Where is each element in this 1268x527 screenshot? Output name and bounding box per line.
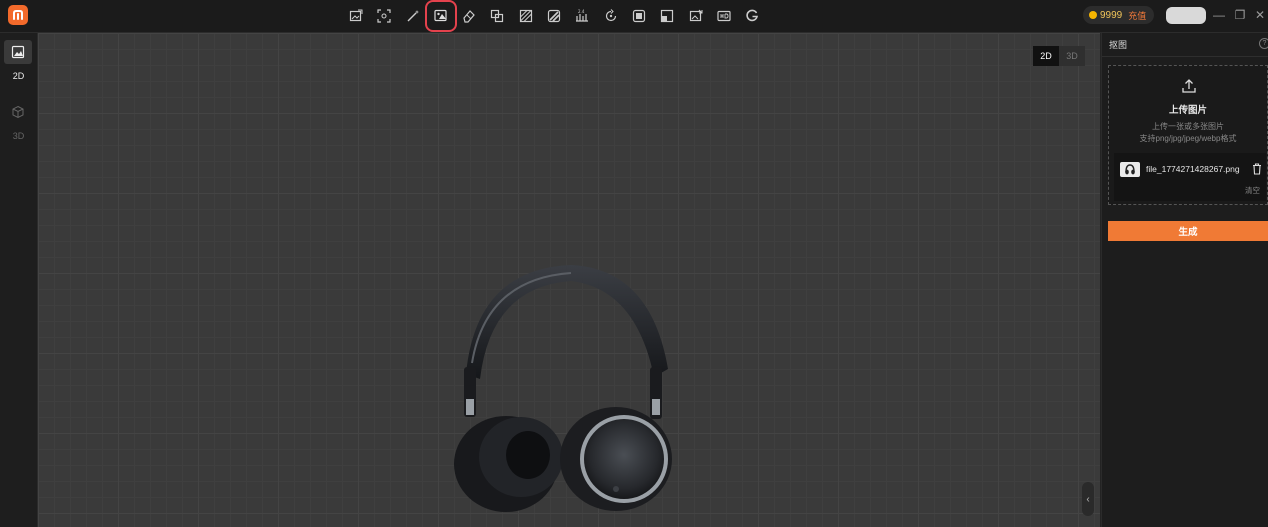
- texture-icon[interactable]: [516, 6, 536, 26]
- svg-text:2.4: 2.4: [578, 9, 585, 14]
- upload-title: 上传图片: [1168, 105, 1207, 116]
- google-icon[interactable]: [742, 6, 762, 26]
- upload-hint-count: 上传一张或多张图片: [1152, 122, 1224, 131]
- image-icon: [11, 45, 25, 59]
- mode-2d-label: 2D: [12, 71, 25, 81]
- cutout-icon[interactable]: [424, 0, 457, 32]
- app-logo-icon: [8, 5, 28, 25]
- right-panel: 抠图 ? 上传图片 上传一张或多张图片 支持png/jpg/jpeg/webp格…: [1101, 33, 1268, 527]
- coin-balance[interactable]: 9999 充值: [1083, 6, 1155, 24]
- coin-amount: 9999: [1100, 9, 1123, 21]
- editor-canvas[interactable]: 2D 3D ‹: [38, 33, 1100, 527]
- clear-link[interactable]: 清空: [1245, 185, 1260, 196]
- upload-hint-formats: 支持png/jpg/jpeg/webp格式: [1139, 134, 1237, 143]
- toggle-3d[interactable]: 3D: [1059, 46, 1085, 66]
- cube-icon: [12, 105, 24, 119]
- toggle-2d[interactable]: 2D: [1033, 46, 1059, 66]
- image-export-icon[interactable]: [686, 6, 706, 26]
- rotate-icon[interactable]: [601, 6, 621, 26]
- panel-title: 抠图: [1109, 40, 1128, 50]
- upload-dropzone[interactable]: 上传图片 上传一张或多张图片 支持png/jpg/jpeg/webp格式 fil…: [1108, 65, 1268, 205]
- magic-wand-icon[interactable]: [403, 6, 423, 26]
- avatar[interactable]: [1166, 7, 1206, 24]
- hd-icon[interactable]: [714, 6, 734, 26]
- trash-icon[interactable]: [1252, 163, 1262, 175]
- scan-frame-icon[interactable]: [374, 6, 394, 26]
- left-rail: 2D 3D: [0, 33, 38, 527]
- collapse-panel-button[interactable]: ‹: [1082, 482, 1094, 516]
- file-name: file_1774271428267.png: [1146, 164, 1240, 174]
- upscale-icon[interactable]: 2.4: [572, 6, 592, 26]
- image-edit-icon[interactable]: [346, 6, 366, 26]
- generate-button[interactable]: 生成: [1108, 221, 1268, 241]
- close-icon[interactable]: ✕: [1253, 8, 1267, 22]
- square-frame-icon[interactable]: [629, 6, 649, 26]
- mode-2d-button[interactable]: [4, 40, 32, 64]
- upload-icon: [1182, 79, 1196, 93]
- uploaded-file-item: file_1774271428267.png 清空: [1114, 153, 1266, 201]
- help-icon[interactable]: ?: [1259, 38, 1268, 49]
- minimize-icon[interactable]: —: [1212, 8, 1226, 22]
- restore-icon[interactable]: ❐: [1233, 8, 1247, 22]
- dimension-toggle: 2D 3D: [1033, 46, 1085, 66]
- mode-3d-label: 3D: [12, 131, 25, 141]
- title-bar: 2.4 9999 充值 — ❐ ✕: [0, 0, 1268, 33]
- mode-3d-button[interactable]: [4, 100, 32, 124]
- file-thumbnail[interactable]: [1120, 162, 1140, 177]
- coin-icon: [1089, 11, 1097, 19]
- corner-box-icon[interactable]: [657, 6, 677, 26]
- tool-bar: 2.4: [346, 0, 770, 32]
- recharge-link[interactable]: 充值: [1128, 9, 1146, 22]
- stripes-icon[interactable]: [544, 6, 564, 26]
- headphones-image[interactable]: [436, 259, 676, 514]
- eraser-icon[interactable]: [459, 6, 479, 26]
- copy-frame-icon[interactable]: [487, 6, 507, 26]
- divider: [1102, 56, 1268, 57]
